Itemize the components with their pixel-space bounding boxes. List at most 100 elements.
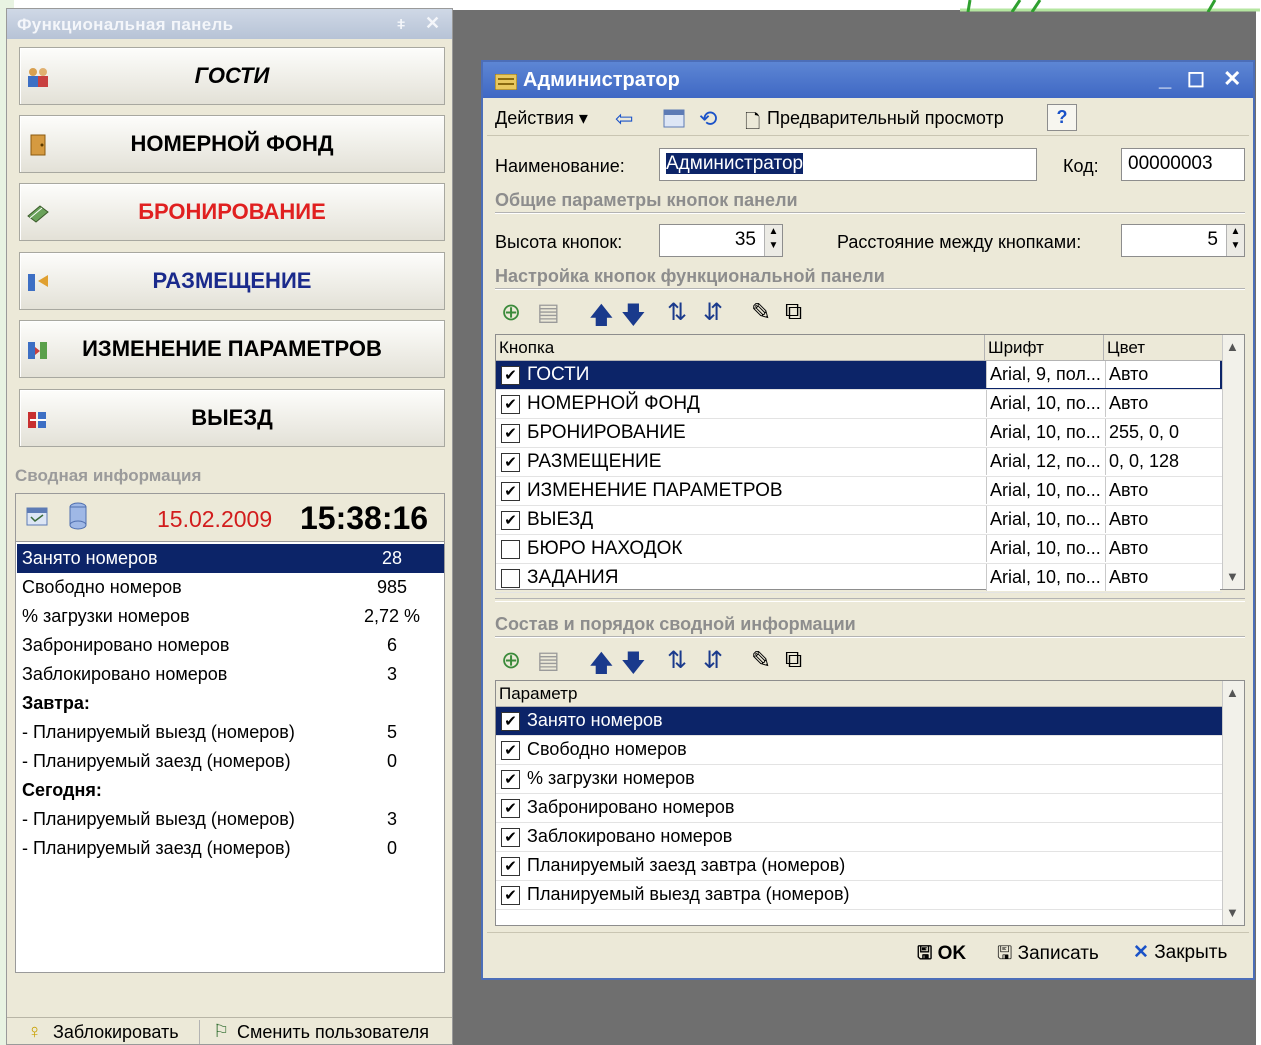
- refresh-icon[interactable]: ⟲: [699, 106, 717, 132]
- button-font[interactable]: Arial, 10, по...: [986, 506, 1105, 533]
- grid-row[interactable]: БЮРО НАХОДОК Arial, 10, по... Авто: [496, 535, 1222, 564]
- grid-row[interactable]: ✔ % загрузки номеров: [496, 765, 1222, 794]
- height-field[interactable]: 35 ▲ ▼: [659, 224, 783, 257]
- scroll-up-icon[interactable]: ▲: [1226, 339, 1239, 354]
- change-params-button[interactable]: ИЗМЕНЕНИЕ ПАРАМЕТРОВ: [19, 320, 445, 378]
- grid-row[interactable]: ✔ БРОНИРОВАНИЕ Arial, 10, по... 255, 0, 0: [496, 419, 1222, 448]
- button-font[interactable]: Arial, 10, по...: [986, 535, 1105, 562]
- row-checkbox[interactable]: ✔: [501, 482, 520, 501]
- maximize-icon[interactable]: ☐: [1187, 68, 1205, 93]
- summary-row[interactable]: Завтра:: [17, 689, 444, 718]
- arrow-left-icon[interactable]: ⇦: [615, 106, 633, 132]
- row-checkbox[interactable]: ✔: [501, 366, 520, 385]
- grid-row[interactable]: ✔ ИЗМЕНЕНИЕ ПАРАМЕТРОВ Arial, 10, по... Авт…: [496, 477, 1222, 506]
- sort-desc-icon[interactable]: ⇵: [703, 646, 723, 675]
- grid-row[interactable]: ✔ РАЗМЕЩЕНИЕ Arial, 12, по... 0, 0, 128: [496, 448, 1222, 477]
- actions-menu[interactable]: Действия ▾: [495, 108, 588, 129]
- row-checkbox[interactable]: ✔: [501, 453, 520, 472]
- windows-icon[interactable]: ⧉: [785, 298, 802, 326]
- col-parameter[interactable]: Параметр: [499, 684, 577, 704]
- sort-asc-icon[interactable]: ⇅: [667, 298, 687, 327]
- row-checkbox[interactable]: ✔: [501, 799, 520, 818]
- grid-row[interactable]: ✔ Планируемый выезд завтра (номеров): [496, 881, 1222, 910]
- row-checkbox[interactable]: ✔: [501, 712, 520, 731]
- lock-button[interactable]: Заблокировать: [53, 1022, 179, 1043]
- room-fund-button[interactable]: НОМЕРНОЙ ФОНД: [19, 115, 445, 173]
- close-icon[interactable]: ✕: [425, 13, 440, 34]
- ok-button[interactable]: 🖫 OK: [917, 941, 966, 971]
- button-color[interactable]: Авто: [1105, 564, 1220, 591]
- checkout-button[interactable]: ВЫЕЗД: [19, 389, 445, 447]
- summary-row[interactable]: Забронировано номеров 6: [17, 631, 444, 660]
- summary-row[interactable]: - Планируемый заезд (номеров) 0: [17, 747, 444, 776]
- button-color[interactable]: Авто: [1105, 506, 1220, 533]
- button-color[interactable]: Авто: [1105, 361, 1220, 388]
- guests-button[interactable]: ГОСТИ: [19, 47, 445, 105]
- grid-row[interactable]: ЗАДАНИЯ Arial, 10, по... Авто: [496, 564, 1222, 593]
- close-button[interactable]: ✕ Закрыть: [1133, 941, 1227, 964]
- row-checkbox[interactable]: ✔: [501, 886, 520, 905]
- button-color[interactable]: Авто: [1105, 535, 1220, 562]
- preview-icon[interactable]: 🗋: [745, 108, 760, 140]
- booking-button[interactable]: БРОНИРОВАНИЕ: [19, 183, 445, 241]
- button-color[interactable]: 255, 0, 0: [1105, 419, 1220, 446]
- placement-button[interactable]: РАЗМЕЩЕНИЕ: [19, 252, 445, 310]
- name-field[interactable]: Администратор: [659, 148, 1037, 181]
- grid-row[interactable]: ✔ Заблокировано номеров: [496, 823, 1222, 852]
- splitter[interactable]: [495, 598, 1245, 602]
- summary-row[interactable]: - Планируемый заезд (номеров) 0: [17, 834, 444, 863]
- vertical-scrollbar[interactable]: ▲ ▼: [1222, 681, 1244, 925]
- help-button[interactable]: ?: [1047, 104, 1077, 131]
- col-button[interactable]: Кнопка: [499, 338, 554, 358]
- grid-row[interactable]: ✔ Свободно номеров: [496, 736, 1222, 765]
- copy-icon[interactable]: ▤: [537, 646, 560, 675]
- button-font[interactable]: Arial, 9, пол...: [986, 361, 1105, 388]
- add-icon[interactable]: ⊕: [501, 646, 521, 675]
- summary-row[interactable]: Заблокировано номеров 3: [17, 660, 444, 689]
- row-checkbox[interactable]: [501, 569, 520, 588]
- move-down-icon[interactable]: 🡇: [621, 298, 646, 339]
- grid-row[interactable]: ✔ ГОСТИ Arial, 9, пол... Авто: [496, 361, 1222, 390]
- button-color[interactable]: Авто: [1105, 390, 1220, 417]
- sort-desc-icon[interactable]: ⇵: [703, 298, 723, 327]
- summary-row[interactable]: - Планируемый выезд (номеров) 5: [17, 718, 444, 747]
- edit-icon[interactable]: ✎: [751, 646, 771, 675]
- calendar-icon[interactable]: [26, 506, 48, 531]
- move-up-icon[interactable]: 🡅: [589, 298, 614, 339]
- save-button[interactable]: 🖫 Записать: [997, 941, 1099, 971]
- scroll-up-icon[interactable]: ▲: [1226, 685, 1239, 700]
- scroll-down-icon[interactable]: ▼: [1226, 905, 1239, 920]
- button-color[interactable]: Авто: [1105, 477, 1220, 504]
- grid-row[interactable]: ✔ Забронировано номеров: [496, 794, 1222, 823]
- grid-row[interactable]: ✔ ВЫЕЗД Arial, 10, по... Авто: [496, 506, 1222, 535]
- spacing-field[interactable]: 5 ▲ ▼: [1121, 224, 1245, 257]
- preview-button[interactable]: Предварительный просмотр: [767, 108, 1004, 129]
- minimize-icon[interactable]: _: [1159, 66, 1171, 92]
- row-checkbox[interactable]: [501, 540, 520, 559]
- button-font[interactable]: Arial, 10, по...: [986, 477, 1105, 504]
- row-checkbox[interactable]: ✔: [501, 857, 520, 876]
- copy-icon[interactable]: ▤: [537, 298, 560, 327]
- summary-row[interactable]: Занято номеров 28: [17, 544, 444, 573]
- grid-row[interactable]: ✔ НОМЕРНОЙ ФОНД Arial, 10, по... Авто: [496, 390, 1222, 419]
- button-font[interactable]: Arial, 10, по...: [986, 390, 1105, 417]
- code-field[interactable]: 00000003: [1121, 148, 1245, 181]
- row-checkbox[interactable]: ✔: [501, 511, 520, 530]
- calendar-icon[interactable]: [663, 108, 685, 133]
- switch-user-button[interactable]: Сменить пользователя: [237, 1022, 429, 1043]
- height-stepper[interactable]: ▲ ▼: [764, 225, 782, 256]
- database-icon[interactable]: [68, 502, 88, 535]
- sort-asc-icon[interactable]: ⇅: [667, 646, 687, 675]
- summary-row[interactable]: Свободно номеров 985: [17, 573, 444, 602]
- windows-icon[interactable]: ⧉: [785, 646, 802, 674]
- col-font[interactable]: Шрифт: [988, 338, 1044, 358]
- vertical-scrollbar[interactable]: ▲ ▼: [1222, 335, 1244, 589]
- row-checkbox[interactable]: ✔: [501, 770, 520, 789]
- summary-row[interactable]: Сегодня:: [17, 776, 444, 805]
- scroll-down-icon[interactable]: ▼: [1226, 569, 1239, 584]
- row-checkbox[interactable]: ✔: [501, 741, 520, 760]
- button-color[interactable]: 0, 0, 128: [1105, 448, 1220, 475]
- summary-row[interactable]: - Планируемый выезд (номеров) 3: [17, 805, 444, 834]
- summary-row[interactable]: % загрузки номеров 2,72 %: [17, 602, 444, 631]
- row-checkbox[interactable]: ✔: [501, 395, 520, 414]
